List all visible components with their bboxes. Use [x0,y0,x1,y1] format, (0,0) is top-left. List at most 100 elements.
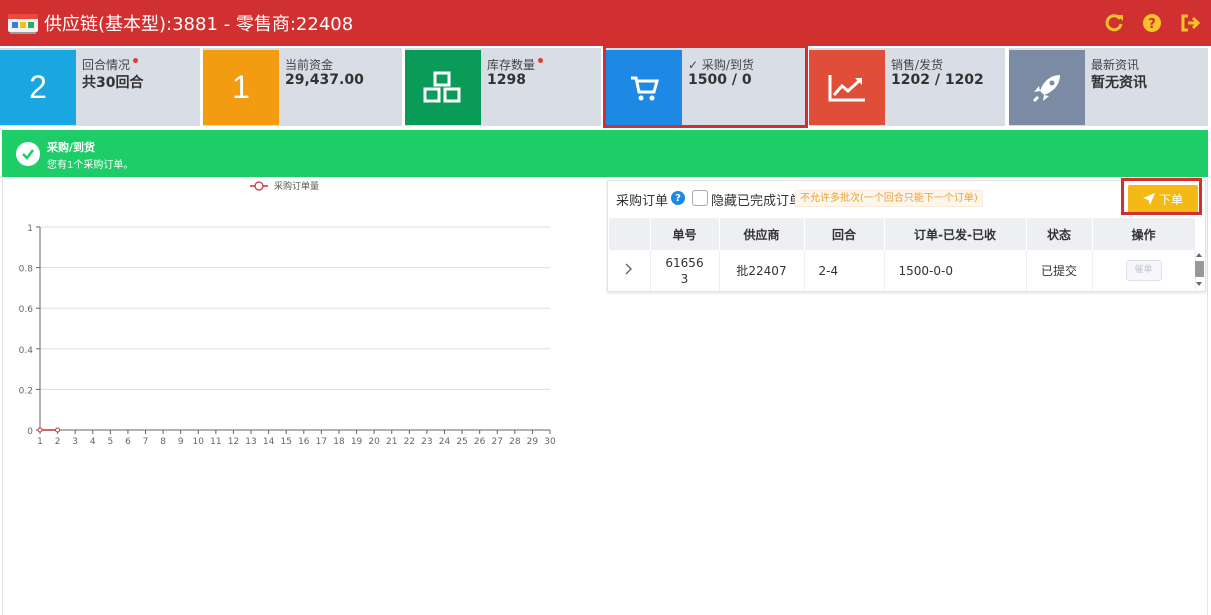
status-cell: 已提交 [1026,250,1093,291]
col-order-no: 单号 [650,218,720,250]
app-logo-icon [6,11,40,35]
help-icon[interactable]: ? [1141,12,1163,34]
tile-rounds-number: 2 [0,50,76,125]
x-tick-label: 5 [107,437,113,447]
tile-sales[interactable]: 销售/发货 1202 / 1202 [809,48,1005,126]
banner-subtitle: 您有1个采购订单。 [47,160,134,171]
x-tick-label: 29 [527,437,539,447]
tile-funds-number: 1 [203,50,279,125]
tile-rounds-value: 共30回合 [82,75,144,91]
round-cell: 2-4 [804,250,885,291]
y-tick-label: 0.8 [19,265,34,275]
status-banner: 采购/到货 您有1个采购订单。 [2,130,1208,177]
x-tick-label: 22 [404,437,415,447]
scroll-thumb[interactable] [1195,261,1204,277]
data-point [37,427,43,433]
tile-news-value: 暂无资讯 [1091,75,1147,91]
tile-sales-value: 1202 / 1202 [891,72,984,88]
expand-row-cell[interactable] [609,250,651,291]
cubes-icon [405,50,481,125]
tile-funds-value: 29,437.00 [285,72,364,88]
x-tick-label: 3 [72,437,78,447]
alert-dot [133,58,139,63]
order-no-cell: 61656 3 [650,250,720,291]
x-tick-label: 19 [351,437,363,447]
tile-rounds-label: 回合情况 [82,56,139,73]
y-tick-label: 1 [27,224,33,234]
col-expand [609,218,651,250]
help-circle-icon[interactable]: ? [671,191,685,205]
x-tick-label: 17 [316,437,327,447]
tile-sales-label: 销售/发货 [891,58,944,72]
purchase-chart: 0 0.2 0.4 0.6 0.8 1 1 2 3 4 5 6 7 8 9 10 11 12 13 14 15 16 17 1… [0,178,560,458]
actions-cell: 催单 [1092,250,1196,291]
x-tick-label: 15 [280,437,291,447]
x-tick-label: 16 [298,437,310,447]
hide-completed-checkbox[interactable] [692,190,708,206]
col-quantities: 订单-已发-已收 [884,218,1027,250]
chevron-right-icon[interactable] [625,263,633,275]
x-tick-label: 2 [55,437,61,447]
place-order-highlight [1121,178,1202,215]
table-row: 61656 3 批22407 2-4 1500-0-0 已提交 催单 [609,250,1196,291]
quantities-cell: 1500-0-0 [884,250,1027,291]
x-tick-label: 23 [421,437,432,447]
y-tick-label: 0.2 [19,386,33,396]
x-tick-label: 12 [228,437,239,447]
tile-purchase-highlight [603,45,808,128]
x-tick-label: 24 [439,437,451,447]
scroll-down-icon[interactable] [1196,282,1202,286]
x-tick-label: 8 [160,437,166,447]
x-tick-label: 27 [492,437,503,447]
data-point [55,427,61,433]
logout-icon[interactable] [1179,12,1201,34]
x-tick-label: 25 [456,437,467,447]
tile-funds[interactable]: 1 当前资金 29,437.00 [203,48,402,126]
order-no-part1: 61656 [665,255,704,270]
col-round: 回合 [804,218,885,250]
tile-inventory[interactable]: 库存数量 1298 [405,48,601,126]
tile-inventory-value: 1298 [487,72,526,88]
x-tick-label: 26 [474,437,486,447]
x-tick-label: 4 [90,437,96,447]
tile-news-label: 最新资讯 [1091,58,1140,72]
check-circle-icon [16,142,40,166]
scroll-up-icon[interactable] [1196,253,1202,257]
tile-news[interactable]: 最新资讯 暂无资讯 [1009,48,1208,126]
hide-completed-label[interactable]: 隐藏已完成订单 [711,190,802,209]
x-tick-label: 9 [178,437,184,447]
refresh-icon[interactable] [1103,12,1125,34]
col-supplier: 供应商 [719,218,805,250]
orders-table: 单号 供应商 回合 订单-已发-已收 状态 操作 61656 3 批22407 … [609,218,1196,291]
x-tick-label: 10 [193,437,205,447]
urge-order-button[interactable]: 催单 [1125,260,1162,281]
x-tick-label: 6 [125,437,131,447]
banner-title: 采购/到货 [47,141,96,154]
app-header: 供应链(基本型):3881 - 零售商:22408 ? [0,0,1211,46]
x-tick-label: 20 [368,437,380,447]
x-tick-label: 18 [333,437,345,447]
x-tick-label: 13 [245,437,256,447]
tile-inventory-label: 库存数量 [487,56,544,73]
order-no-part2: 3 [680,271,689,286]
rocket-icon [1009,50,1085,125]
supplier-cell: 批22407 [719,250,805,291]
tile-rounds[interactable]: 2 回合情况 共30回合 [0,48,200,126]
tile-funds-label: 当前资金 [285,58,334,72]
x-tick-label: 28 [509,437,521,447]
y-tick-label: 0 [27,427,33,437]
legend-marker [254,181,264,191]
y-tick-label: 0.4 [19,346,34,356]
x-tick-label: 1 [37,437,43,447]
table-scrollbar[interactable] [1194,251,1205,291]
orders-panel: 采购订单 ? 隐藏已完成订单 不允许多批次(一个回合只能下一个订单) 下单 单号… [607,178,1206,292]
x-tick-label: 7 [143,437,149,447]
x-tick-label: 30 [544,437,556,447]
col-status: 状态 [1026,218,1093,250]
x-tick-label: 14 [263,437,275,447]
orders-title: 采购订单 [616,194,669,209]
svg-text:?: ? [1148,17,1156,32]
app-title: 供应链(基本型):3881 - 零售商:22408 [44,14,354,35]
line-chart-icon [809,50,885,125]
orders-panel-header: 采购订单 ? 隐藏已完成订单 不允许多批次(一个回合只能下一个订单) 下单 [608,178,1205,217]
